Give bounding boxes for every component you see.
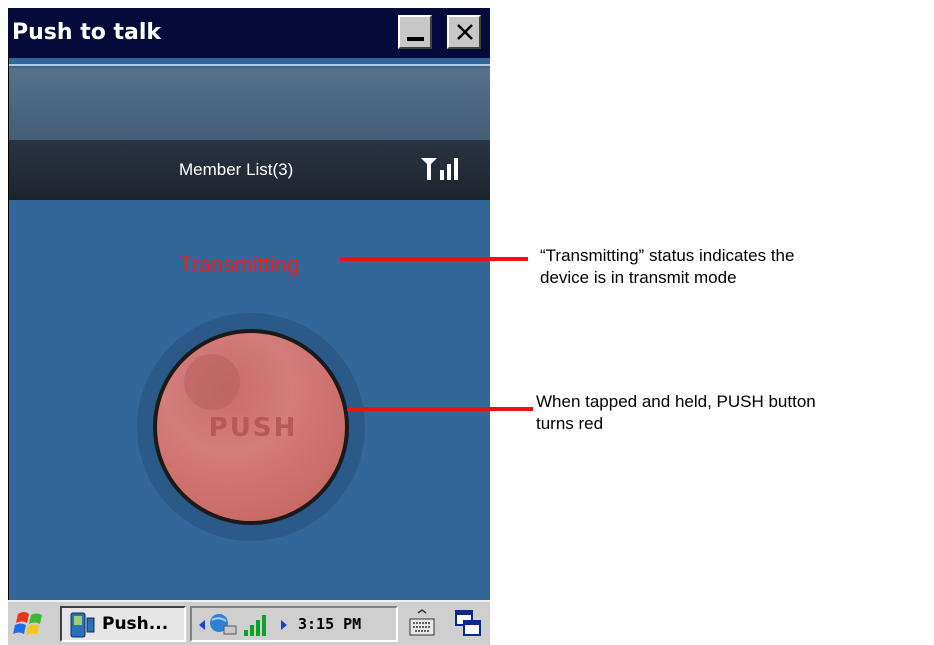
callout-line-status xyxy=(340,257,528,261)
close-icon xyxy=(457,24,473,40)
input-panel-button[interactable] xyxy=(400,606,444,642)
minimize-icon xyxy=(407,37,424,41)
callout-line-push xyxy=(347,407,533,411)
push-to-talk-app: Member List(3) Transmitting PUSH xyxy=(9,58,490,600)
callout-status-line1: “Transmitting” status indicates the xyxy=(540,246,795,265)
switch-window-button[interactable] xyxy=(448,606,488,642)
header-band xyxy=(9,68,490,140)
transmit-status: Transmitting xyxy=(179,252,300,277)
task-button-push[interactable]: Push... xyxy=(60,606,186,642)
taskbar: Push... 3:15 PM xyxy=(8,600,490,645)
windows-start-icon xyxy=(13,612,42,635)
system-tray: 3:15 PM xyxy=(190,606,398,642)
signal-strength-icon xyxy=(421,158,458,180)
divider xyxy=(9,64,490,66)
callout-push: When tapped and held, PUSH button turns … xyxy=(536,391,934,435)
task-label: Push... xyxy=(102,614,169,634)
device-screen: Push to talk Member List(3) Transmitting xyxy=(8,8,490,645)
minimize-button[interactable] xyxy=(398,15,432,49)
keyboard-icon xyxy=(409,609,435,636)
network-icon[interactable] xyxy=(208,612,238,638)
signal-strength-icon[interactable] xyxy=(242,612,272,638)
start-button[interactable] xyxy=(10,606,58,642)
switch-window-icon xyxy=(455,610,481,636)
callout-push-line1: When tapped and held, PUSH button xyxy=(536,392,816,411)
callout-status: “Transmitting” status indicates the devi… xyxy=(540,245,930,289)
push-button[interactable]: PUSH xyxy=(136,312,366,542)
clock[interactable]: 3:15 PM xyxy=(298,615,361,633)
arrow-left-icon[interactable] xyxy=(198,619,206,631)
window-title: Push to talk xyxy=(12,20,162,45)
member-list-label[interactable]: Member List(3) xyxy=(179,160,293,180)
close-button[interactable] xyxy=(447,15,481,49)
arrow-right-icon[interactable] xyxy=(280,619,288,631)
title-bar: Push to talk xyxy=(8,8,490,58)
app-icon xyxy=(70,612,95,638)
push-label: PUSH xyxy=(209,413,298,443)
member-list-bar[interactable]: Member List(3) xyxy=(9,140,490,200)
callout-push-line2: turns red xyxy=(536,414,604,433)
callout-status-line2: device is in transmit mode xyxy=(540,268,737,287)
